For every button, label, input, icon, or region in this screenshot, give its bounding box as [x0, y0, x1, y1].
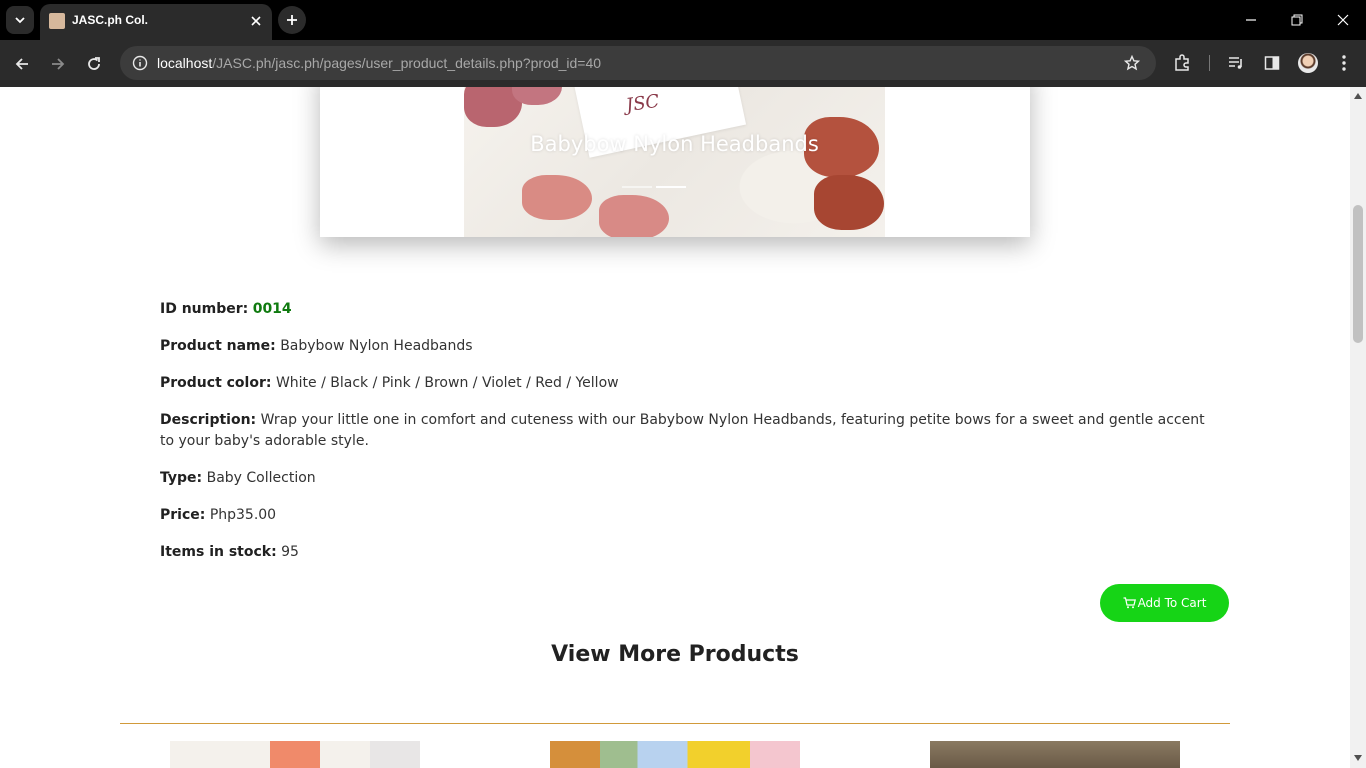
carousel-indicator-active[interactable] — [656, 186, 686, 188]
scroll-down-arrow[interactable] — [1353, 753, 1363, 763]
restore-button[interactable] — [1285, 8, 1309, 32]
side-panel-button[interactable] — [1260, 51, 1284, 75]
name-label: Product name: — [160, 338, 276, 354]
color-label: Product color: — [160, 375, 272, 391]
browser-toolbar: localhost/JASC.ph/jasc.ph/pages/user_pro… — [0, 40, 1366, 87]
carousel-caption: Babybow Nylon Headbands — [530, 132, 819, 156]
favicon-icon — [49, 13, 65, 29]
forward-icon — [52, 58, 65, 70]
reload-icon — [88, 57, 100, 70]
browser-menu-button[interactable] — [1332, 51, 1356, 75]
tab-strip: JASC.ph Col. — [0, 0, 1366, 40]
bookmark-button[interactable] — [1120, 51, 1144, 75]
url-host: localhost — [157, 55, 213, 71]
info-icon — [132, 55, 148, 71]
side-panel-icon — [1264, 56, 1280, 70]
color-value: White / Black / Pink / Brown / Violet / … — [275, 375, 619, 391]
page-scrollbar[interactable] — [1350, 87, 1366, 768]
stock-row: Items in stock: 95 — [160, 542, 1220, 563]
more-product-card[interactable] — [930, 741, 1180, 768]
price-label: Price: — [160, 507, 206, 523]
id-row: ID number: 0014 — [160, 299, 1220, 320]
color-row: Product color: White / Black / Pink / Br… — [160, 373, 1220, 394]
url-path: /JASC.ph/jasc.ph/pages/user_product_deta… — [212, 55, 602, 71]
price-value: Php35.00 — [209, 507, 277, 523]
toolbar-divider — [1209, 55, 1210, 71]
close-window-button[interactable] — [1331, 8, 1355, 32]
restore-icon — [1291, 14, 1303, 26]
back-icon — [15, 58, 28, 70]
scroll-up-arrow[interactable] — [1353, 91, 1363, 101]
address-bar[interactable]: localhost/JASC.ph/jasc.ph/pages/user_pro… — [120, 46, 1156, 80]
tab-title: JASC.ph Col. — [72, 13, 149, 27]
reload-button[interactable] — [80, 50, 108, 78]
scroll-thumb[interactable] — [1353, 205, 1363, 343]
bow-shape — [814, 175, 884, 230]
section-divider — [120, 723, 1230, 724]
chevron-down-icon — [15, 17, 25, 24]
carousel-indicators — [622, 186, 686, 188]
stock-label: Items in stock: — [160, 544, 277, 560]
type-row: Type: Baby Collection — [160, 468, 1220, 489]
price-row: Price: Php35.00 — [160, 505, 1220, 526]
bow-shape — [512, 87, 562, 105]
name-value: Babybow Nylon Headbands — [280, 338, 473, 354]
triangle-up-icon — [1354, 93, 1362, 99]
description-value: Wrap your little one in comfort and cute… — [160, 412, 1205, 449]
plus-icon — [287, 15, 297, 25]
description-label: Description: — [160, 412, 257, 428]
more-icon — [1342, 55, 1346, 71]
profile-avatar[interactable] — [1298, 53, 1318, 73]
add-to-cart-button[interactable]: Add To Cart — [1100, 584, 1229, 622]
view-more-heading: View More Products — [551, 642, 799, 667]
type-label: Type: — [160, 470, 203, 486]
bow-shape — [599, 195, 669, 237]
extensions-icon — [1175, 54, 1189, 71]
media-controls-button[interactable] — [1224, 51, 1248, 75]
bow-shape — [522, 175, 592, 220]
media-icon — [1229, 57, 1242, 69]
more-product-card[interactable] — [550, 741, 800, 768]
star-icon — [1124, 55, 1140, 71]
type-value: Baby Collection — [206, 470, 316, 486]
product-image: JSC Babybow Nylon Headbands — [464, 87, 885, 237]
browser-tab[interactable]: JASC.ph Col. — [40, 4, 272, 40]
id-label: ID number: — [160, 301, 249, 317]
forward-button[interactable] — [44, 50, 72, 78]
triangle-down-icon — [1354, 755, 1362, 761]
url-text[interactable]: localhost/JASC.ph/jasc.ph/pages/user_pro… — [157, 55, 601, 71]
new-tab-button[interactable] — [278, 6, 306, 34]
product-carousel: JSC Babybow Nylon Headbands — [320, 87, 1030, 237]
close-icon — [1337, 14, 1349, 26]
tab-close-button[interactable] — [246, 11, 266, 31]
minimize-button[interactable] — [1239, 8, 1263, 32]
back-button[interactable] — [8, 50, 36, 78]
id-value: 0014 — [252, 301, 292, 317]
extensions-button[interactable] — [1170, 51, 1194, 75]
page-viewport: JSC Babybow Nylon Headbands ID number: 0… — [0, 87, 1366, 768]
carousel-indicator[interactable] — [622, 186, 652, 188]
cart-icon — [1123, 597, 1136, 609]
close-icon — [251, 16, 261, 26]
more-product-card[interactable] — [170, 741, 420, 768]
description-row: Description: Wrap your little one in com… — [160, 410, 1220, 452]
stock-value: 95 — [281, 544, 299, 560]
name-row: Product name: Babybow Nylon Headbands — [160, 336, 1220, 357]
minimize-icon — [1246, 19, 1256, 21]
site-info-button[interactable] — [128, 51, 152, 75]
tab-search-button[interactable] — [6, 6, 34, 34]
add-to-cart-label: Add To Cart — [1137, 596, 1207, 610]
